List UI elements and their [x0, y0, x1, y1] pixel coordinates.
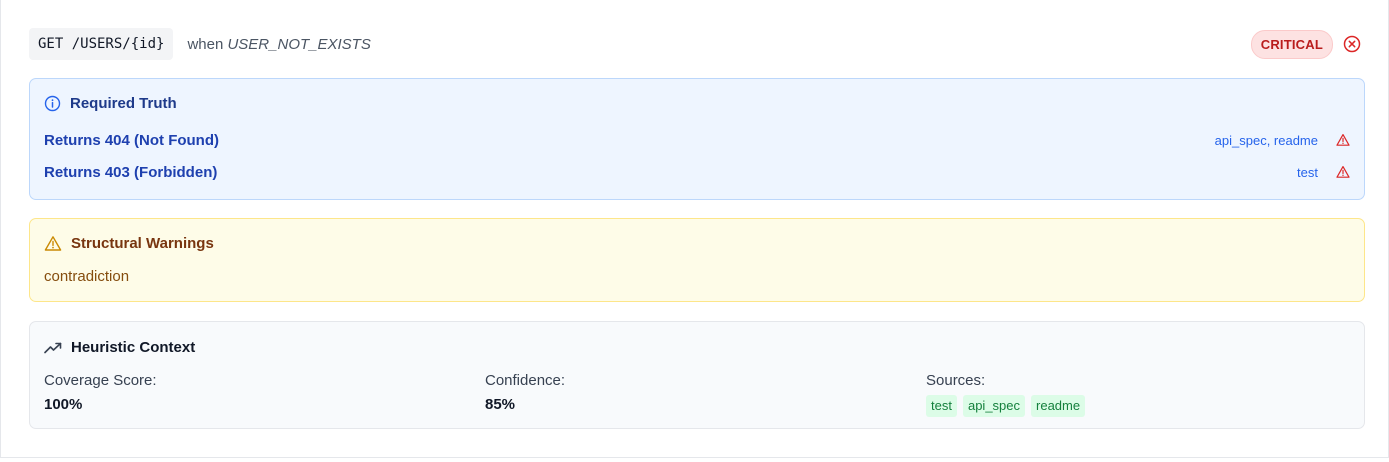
warning-icon [1336, 133, 1350, 147]
dismiss-button[interactable] [1342, 34, 1362, 54]
coverage-value: 100% [44, 396, 83, 413]
card-header: GET /USERS/{id} when USER_NOT_EXISTS CRI… [29, 28, 1362, 60]
contradiction-card: GET /USERS/{id} when USER_NOT_EXISTS CRI… [0, 0, 1389, 458]
structural-warnings-panel: Structural Warnings contradiction [29, 218, 1365, 302]
sources-tags: test api_spec readme [926, 395, 1091, 417]
required-truth-title: Required Truth [70, 95, 177, 112]
required-truth-panel: Required Truth Returns 404 (Not Found) a… [29, 78, 1365, 200]
required-truth-header: Required Truth [44, 95, 177, 112]
confidence-label: Confidence: [485, 372, 566, 389]
when-label: when [187, 35, 224, 53]
info-icon [44, 95, 61, 112]
truth-sources: test [1297, 164, 1318, 180]
heuristic-context-header: Heuristic Context [44, 339, 195, 356]
warning-item: contradiction [44, 268, 130, 285]
source-tag: test [926, 395, 957, 417]
truth-label: Returns 404 (Not Found) [44, 131, 219, 149]
truth-sources: api_spec, readme [1214, 132, 1318, 148]
warning-icon [1336, 165, 1350, 179]
source-tag: api_spec [962, 395, 1026, 417]
truth-row: Returns 403 (Forbidden) test [44, 161, 1350, 183]
sources-label: Sources: [926, 372, 986, 389]
structural-warnings-header: Structural Warnings [44, 235, 214, 252]
close-circle-icon [1343, 35, 1361, 53]
sources-metric: Sources: test api_spec readme [926, 372, 1091, 417]
confidence-value: 85% [485, 396, 516, 413]
source-tag: readme [1031, 395, 1086, 417]
coverage-label: Coverage Score: [44, 372, 157, 389]
condition-text: when USER_NOT_EXISTS [187, 36, 370, 53]
structural-warnings-title: Structural Warnings [71, 235, 214, 252]
confidence-metric: Confidence: 85% [485, 372, 565, 414]
warning-triangle-icon [44, 236, 62, 251]
heuristic-context-panel: Heuristic Context Coverage Score: 100% C… [29, 321, 1365, 429]
heuristic-context-title: Heuristic Context [71, 339, 196, 356]
endpoint-code: GET /USERS/{id} [29, 28, 174, 60]
truth-label: Returns 403 (Forbidden) [44, 163, 218, 181]
trending-up-icon [44, 342, 62, 353]
truth-row: Returns 404 (Not Found) api_spec, readme [44, 129, 1350, 151]
severity-badge: CRITICAL [1250, 29, 1333, 59]
coverage-metric: Coverage Score: 100% [44, 372, 157, 414]
condition-name: USER_NOT_EXISTS [227, 35, 371, 53]
